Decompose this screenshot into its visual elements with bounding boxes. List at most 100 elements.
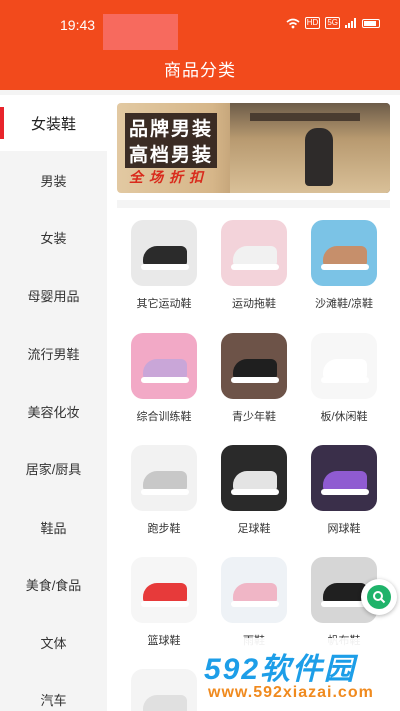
product-name: 综合训练鞋 [136,411,192,423]
watermark-url: www.592xiazai.com [208,684,374,701]
product-thumbnail [221,445,287,511]
sidebar-item-label: 汽车 [40,692,67,708]
5g-badge: 5G [325,17,340,29]
banner-line-2: 高档男装 [125,139,218,168]
product-item[interactable]: 综合训练鞋 [119,333,209,424]
wifi-icon [286,18,300,28]
product-name: 足球鞋 [237,523,271,535]
sidebar-item-label: 流行男鞋 [27,346,80,362]
hd-badge: HD [304,17,321,29]
shoe-sole [321,377,369,383]
sidebar-item-label: 鞋品 [40,520,67,536]
sidebar-item-womenswear[interactable]: 女装 [0,209,107,265]
product-thumbnail [311,445,377,511]
shoe-sole [141,601,189,607]
shoe-sole [141,264,189,270]
sidebar-item-label: 母婴用品 [27,288,80,304]
shoe-image [143,359,187,379]
sidebar-item-baby[interactable]: 母婴用品 [0,267,107,323]
sidebar-item-label: 文体 [40,635,67,651]
product-thumbnail [131,333,197,399]
sidebar-item-beauty[interactable]: 美容化妆 [0,383,107,439]
shoe-sole [231,489,279,495]
sidebar-item-women-shoes[interactable]: 女装鞋 [0,95,107,151]
product-thumbnail [311,333,377,399]
shoe-sole [321,264,369,270]
shoe-image [143,695,187,711]
product-thumbnail [311,220,377,286]
product-item[interactable]: 跑步鞋 [119,445,209,536]
sidebar-item-label: 美容化妆 [27,404,80,420]
product-item[interactable]: 沙滩鞋/凉鞋 [299,220,389,311]
banner-image [230,103,390,193]
sidebar-item-label: 居家/厨具 [25,461,82,477]
shoe-image [233,583,277,603]
product-item[interactable]: 足球鞋 [209,445,299,536]
product-item[interactable]: 网球鞋 [299,445,389,536]
shoe-sole [231,377,279,383]
shoe-sole [321,489,369,495]
shoe-sole [141,489,189,495]
product-name: 青少年鞋 [232,411,276,423]
product-item[interactable]: 运动拖鞋 [209,220,299,311]
product-thumbnail [221,333,287,399]
category-sidebar: 女装鞋 男装 女装 母婴用品 流行男鞋 美容化妆 居家/厨具 鞋品 美食/食品 … [0,95,107,711]
battery-icon [362,18,380,28]
redacted-area [103,14,178,50]
product-item[interactable]: 雨鞋 [209,557,299,648]
status-time: 19:43 [60,17,96,33]
page-title: 商品分类 [164,61,236,80]
product-name: 板/休闲鞋 [320,411,368,423]
product-name: 其它运动鞋 [136,298,192,310]
sidebar-item-food[interactable]: 美食/食品 [0,556,107,612]
product-name: 篮球鞋 [147,635,181,647]
shoe-image [323,246,367,266]
banner-line-1: 品牌男装 [125,113,218,142]
sidebar-item-sports[interactable]: 文体 [0,614,107,670]
shoe-sole [141,377,189,383]
search-fab[interactable] [361,579,397,615]
sidebar-item-shoes[interactable]: 鞋品 [0,499,107,555]
product-thumbnail [131,557,197,623]
product-thumbnail [221,220,287,286]
shoe-image [143,583,187,603]
sidebar-item-label: 女装鞋 [30,115,76,133]
sidebar-item-auto[interactable]: 汽车 [0,671,107,711]
product-item[interactable] [119,669,209,711]
status-icons: HD 5G [286,17,380,29]
sidebar-item-label: 美食/食品 [25,577,82,593]
product-item[interactable]: 篮球鞋 [119,557,209,648]
sidebar-item-label: 男装 [40,173,67,189]
watermark: 592软件园 www.592xiazai.com [198,638,400,711]
product-item[interactable]: 青少年鞋 [209,333,299,424]
product-item[interactable]: 板/休闲鞋 [299,333,389,424]
shoe-sole [231,601,279,607]
sidebar-item-label: 女装 [40,230,67,246]
shoe-image [323,471,367,491]
shoe-image [233,359,277,379]
banner-line-3: 全场折扣 [129,169,209,185]
category-content: 品牌男装 高档男装 全场折扣 其它运动鞋 运动拖鞋 沙滩鞋/凉鞋综合训练鞋 青少年鞋 板… [107,95,400,711]
app-header: 19:43 HD 5G 商品分类 [0,0,400,90]
product-thumbnail [131,669,197,711]
product-name: 沙滩鞋/凉鞋 [314,298,374,310]
shoe-image [143,471,187,491]
promo-banner[interactable]: 品牌男装 高档男装 全场折扣 [117,103,390,193]
shoe-image [143,246,187,266]
status-bar: 19:43 HD 5G [0,0,400,50]
shoe-image [233,246,277,266]
signal-icon [345,18,356,28]
sidebar-item-men-shoes[interactable]: 流行男鞋 [0,325,107,381]
product-thumbnail [221,557,287,623]
product-item[interactable]: 其它运动鞋 [119,220,209,311]
sidebar-item-home-kitchen[interactable]: 居家/厨具 [0,440,107,496]
search-fab-icon [367,585,391,609]
shoe-image [233,471,277,491]
product-name: 运动拖鞋 [232,298,276,310]
shoe-image [323,359,367,379]
shoe-sole [231,264,279,270]
product-thumbnail [131,445,197,511]
section-divider [117,200,390,208]
sidebar-item-menswear[interactable]: 男装 [0,152,107,208]
product-name: 跑步鞋 [147,523,181,535]
